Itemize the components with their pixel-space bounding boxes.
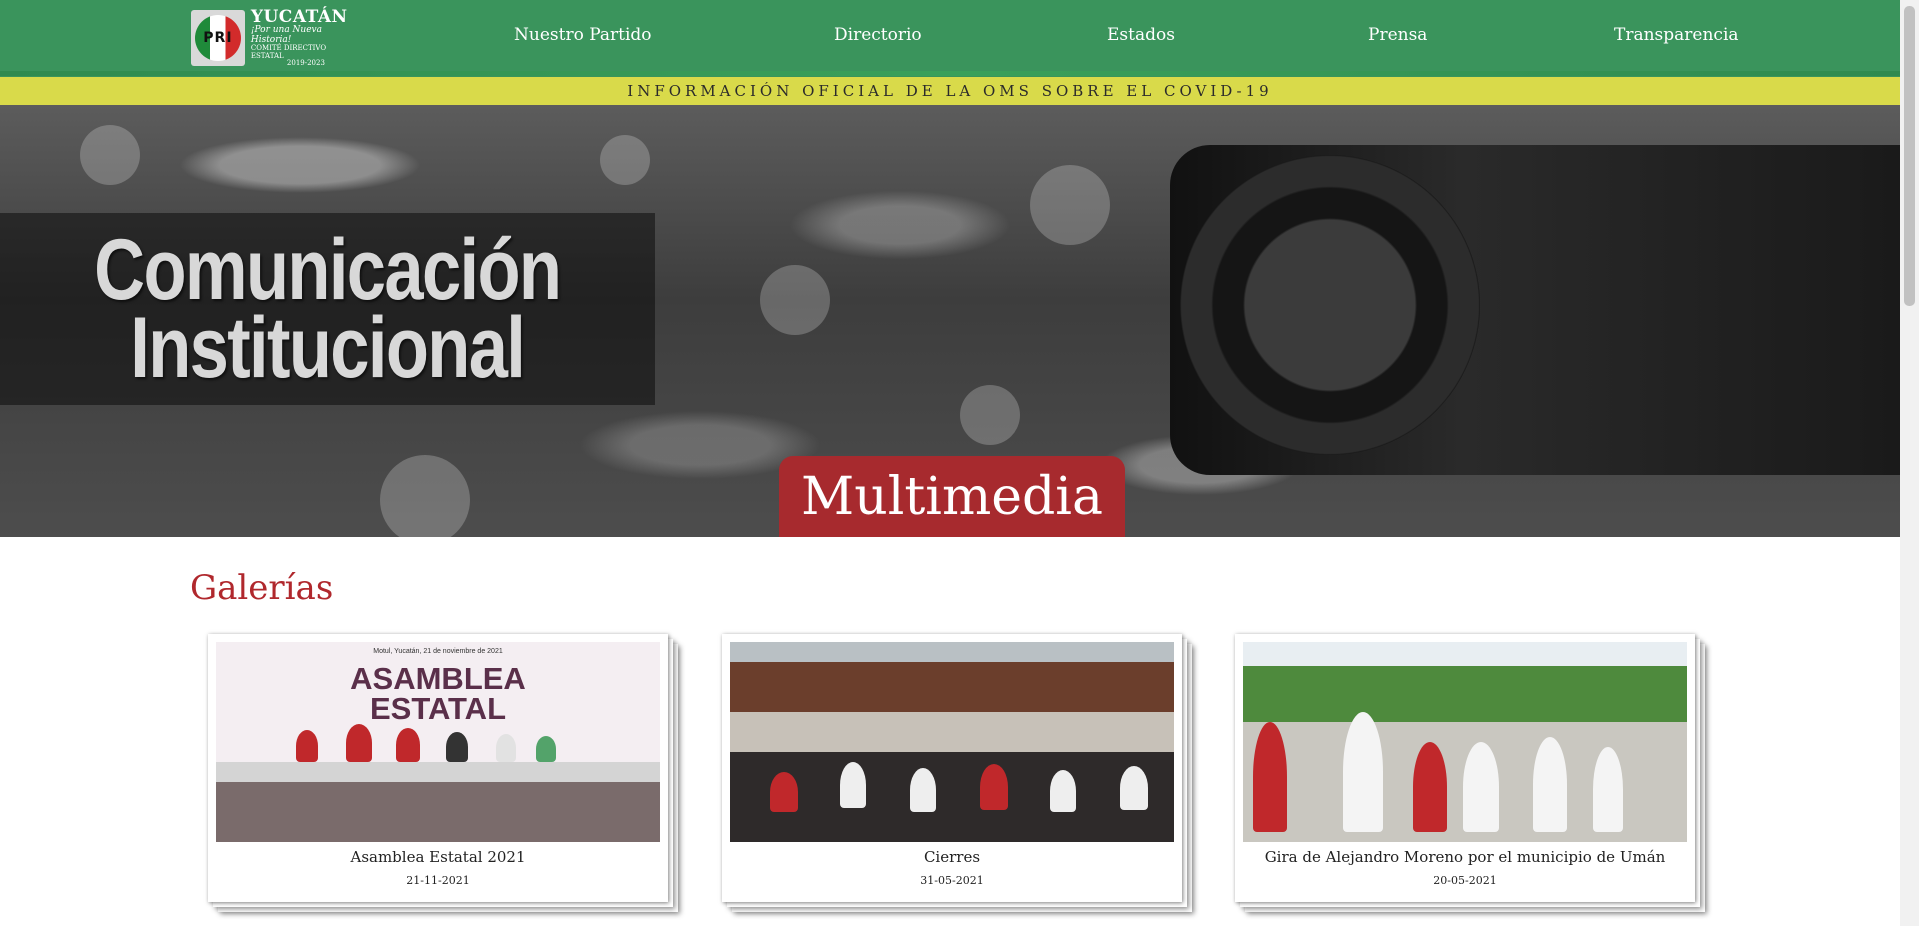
person-figure bbox=[770, 772, 798, 812]
gallery-card-cierres[interactable]: Cierres 31-05-2021 bbox=[722, 634, 1192, 912]
logo-subtitle: COMITÉ DIRECTIVO ESTATAL bbox=[250, 44, 327, 60]
photo-heading: ASAMBLEA ESTATAL bbox=[216, 661, 660, 726]
covid-info-link[interactable]: INFORMACIÓN OFICIAL DE LA OMS SOBRE EL C… bbox=[627, 82, 1272, 100]
camera-lens-image bbox=[1180, 155, 1480, 455]
page-scrollbar[interactable] bbox=[1900, 0, 1919, 926]
logo-years: 2019-2023 bbox=[286, 59, 325, 68]
gallery-date: 20-05-2021 bbox=[1433, 874, 1497, 887]
nav-nuestro-partido[interactable]: Nuestro Partido bbox=[514, 25, 652, 45]
person-figure bbox=[446, 732, 468, 762]
person-figure bbox=[910, 768, 936, 812]
bokeh-light bbox=[960, 385, 1020, 445]
person-figure bbox=[980, 764, 1008, 810]
card-main: Gira de Alejandro Moreno por el municipi… bbox=[1235, 634, 1695, 902]
covid-banner: INFORMACIÓN OFICIAL DE LA OMS SOBRE EL C… bbox=[0, 77, 1900, 105]
bokeh-light bbox=[600, 135, 650, 185]
cierres-photo bbox=[730, 642, 1174, 842]
person-figure bbox=[396, 728, 420, 762]
galleries-heading: Galerías bbox=[190, 568, 334, 608]
photo-caption: Motul, Yucatán, 21 de noviembre de 2021 bbox=[373, 648, 503, 655]
uman-photo bbox=[1243, 642, 1687, 842]
bokeh-light bbox=[80, 125, 140, 185]
pri-emblem: PRI bbox=[194, 15, 241, 61]
photo-heading-line1: ASAMBLEA bbox=[350, 661, 526, 696]
person-figure bbox=[296, 730, 318, 762]
person-figure bbox=[1593, 747, 1623, 832]
person-figure bbox=[1463, 742, 1499, 832]
gallery-photo[interactable] bbox=[730, 642, 1174, 842]
hero-title-line1: Comunicación bbox=[94, 222, 562, 318]
logo-slogan: ¡Por una Nueva Historia! bbox=[250, 25, 322, 45]
person-figure bbox=[1050, 770, 1076, 812]
gallery-title[interactable]: Cierres bbox=[722, 848, 1182, 866]
nav-transparencia[interactable]: Transparencia bbox=[1614, 25, 1739, 45]
person-figure bbox=[1120, 766, 1148, 810]
section-tab-label: Multimedia bbox=[801, 466, 1103, 527]
person-figure bbox=[1413, 742, 1447, 832]
person-figure bbox=[496, 734, 516, 762]
section-tab-multimedia: Multimedia bbox=[779, 456, 1125, 537]
site-logo[interactable]: PRI YUCATÁN ¡Por una Nueva Historia! COM… bbox=[191, 8, 361, 68]
bokeh-light bbox=[380, 455, 470, 537]
hero-title-box: Comunicación Institucional bbox=[0, 213, 655, 405]
person-figure bbox=[1343, 712, 1383, 832]
gallery-card-asamblea[interactable]: Motul, Yucatán, 21 de noviembre de 2021 … bbox=[208, 634, 678, 912]
person-figure bbox=[840, 762, 866, 808]
person-figure bbox=[1533, 737, 1567, 832]
nav-directorio[interactable]: Directorio bbox=[834, 25, 922, 45]
card-main: Cierres 31-05-2021 bbox=[722, 634, 1182, 902]
hero-title-line2: Institucional bbox=[130, 300, 527, 396]
gallery-date: 21-11-2021 bbox=[406, 874, 470, 887]
scrollbar-thumb[interactable] bbox=[1904, 6, 1915, 306]
nav-prensa[interactable]: Prensa bbox=[1368, 25, 1427, 45]
logo-title: YUCATÁN bbox=[250, 6, 348, 27]
person-figure bbox=[346, 724, 372, 762]
gallery-title[interactable]: Gira de Alejandro Moreno por el municipi… bbox=[1235, 848, 1695, 866]
nav-estados[interactable]: Estados bbox=[1107, 25, 1175, 45]
site-header: PRI YUCATÁN ¡Por una Nueva Historia! COM… bbox=[0, 0, 1900, 77]
logo-text: YUCATÁN ¡Por una Nueva Historia! COMITÉ … bbox=[250, 6, 361, 68]
hero-banner: Comunicación Institucional Multimedia bbox=[0, 105, 1900, 537]
gallery-photo[interactable]: Motul, Yucatán, 21 de noviembre de 2021 … bbox=[216, 642, 660, 842]
gallery-date: 31-05-2021 bbox=[920, 874, 984, 887]
person-figure bbox=[536, 736, 556, 762]
header-stripe bbox=[0, 71, 1900, 76]
bokeh-light bbox=[1030, 165, 1110, 245]
gallery-title[interactable]: Asamblea Estatal 2021 bbox=[208, 848, 668, 866]
person-figure bbox=[1253, 722, 1287, 832]
card-main: Motul, Yucatán, 21 de noviembre de 2021 … bbox=[208, 634, 668, 902]
gallery-photo[interactable] bbox=[1243, 642, 1687, 842]
gallery-card-uman[interactable]: Gira de Alejandro Moreno por el municipi… bbox=[1235, 634, 1705, 912]
photo-heading-line2: ESTATAL bbox=[369, 691, 507, 726]
pri-emblem-icon: PRI bbox=[191, 10, 245, 66]
bokeh-light bbox=[760, 265, 830, 335]
asamblea-photo: Motul, Yucatán, 21 de noviembre de 2021 … bbox=[216, 642, 660, 842]
